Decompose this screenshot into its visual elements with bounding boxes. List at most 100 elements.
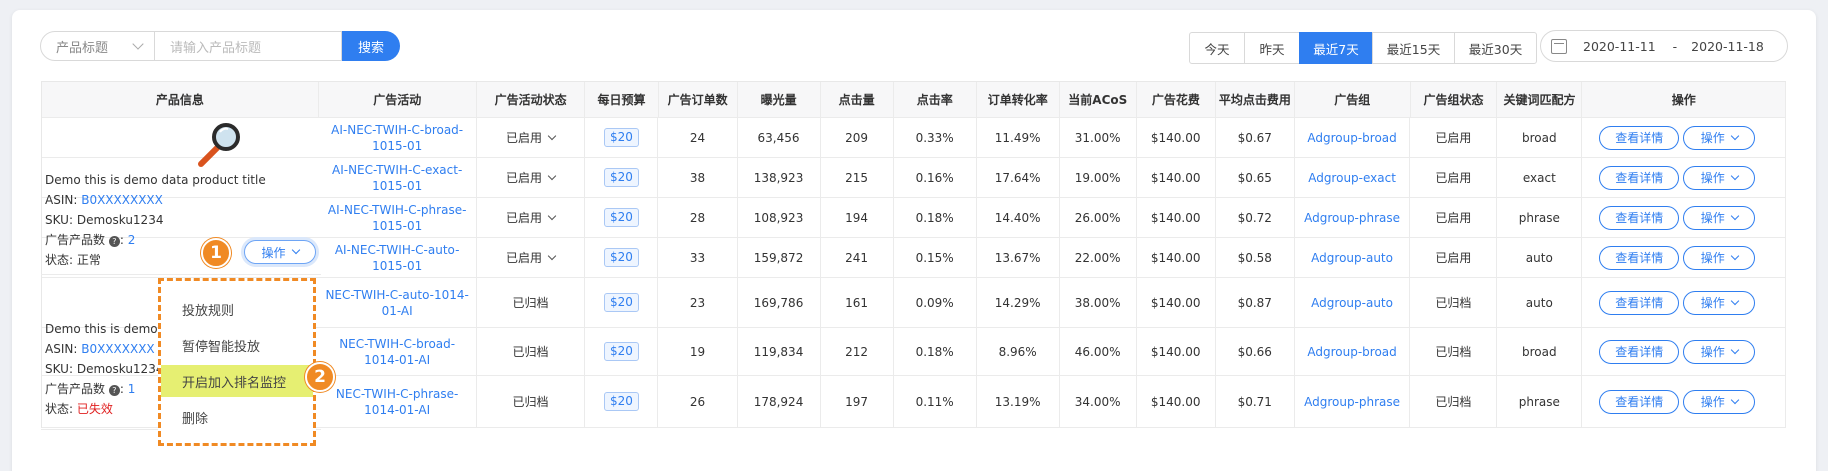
ad-product-count[interactable]: 2 xyxy=(128,233,136,247)
avg-cpc-cell: $0.58 xyxy=(1216,238,1295,277)
ad-group-link[interactable]: Adgroup-phrase xyxy=(1304,394,1400,410)
ctr-cell: 0.11% xyxy=(894,376,977,427)
tab-yesterday[interactable]: 昨天 xyxy=(1244,32,1300,64)
acos-cell: 34.00% xyxy=(1060,376,1137,427)
sku-value: Demosku1234 xyxy=(76,213,164,227)
date-start: 2020-11-11 xyxy=(1583,38,1656,54)
impressions-cell: 159,872 xyxy=(738,238,821,277)
actions-cell: 查看详情 操作 xyxy=(1582,238,1787,277)
operation-button[interactable]: 操作 xyxy=(1683,205,1756,230)
ad-group-cell: Adgroup-exact xyxy=(1295,158,1411,197)
ad-group-link[interactable]: Adgroup-phrase xyxy=(1304,210,1400,226)
date-range-picker[interactable]: 2020-11-11 - 2020-11-18 xyxy=(1540,30,1788,62)
campaign-status-cell: 已归档 xyxy=(477,278,586,327)
search-button[interactable]: 搜索 xyxy=(342,31,400,61)
campaign-status-cell[interactable]: 已启用 xyxy=(477,198,586,237)
view-details-button[interactable]: 查看详情 xyxy=(1599,245,1680,270)
operation-button[interactable]: 操作 xyxy=(1683,245,1756,270)
daily-budget-badge[interactable]: $20 xyxy=(603,392,639,411)
campaign-link[interactable]: AI-NEC-TWIH-C-exact-1015-01 xyxy=(319,162,476,194)
view-details-button[interactable]: 查看详情 xyxy=(1599,205,1680,230)
avg-cpc-cell: $0.87 xyxy=(1216,278,1295,327)
campaign-status-select[interactable]: 已启用 xyxy=(506,210,557,226)
daily-budget-badge[interactable]: $20 xyxy=(603,293,639,312)
ad-group-status-cell: 已归档 xyxy=(1410,376,1498,427)
campaign-link[interactable]: NEC-TWIH-C-phrase-1014-01-AI xyxy=(319,386,476,418)
campaign-status-cell[interactable]: 已启用 xyxy=(477,118,586,157)
sku-value: Demosku1234 xyxy=(76,362,164,376)
campaign-status-select[interactable]: 已启用 xyxy=(506,170,557,186)
ad-group-link[interactable]: Adgroup-broad xyxy=(1307,130,1396,146)
conversion-rate-cell: 17.64% xyxy=(977,158,1060,197)
date-end: 2020-11-18 xyxy=(1691,38,1764,54)
product-state: 已失效 xyxy=(76,402,113,416)
chevron-down-icon xyxy=(1730,211,1740,220)
clicks-cell: 241 xyxy=(821,238,894,277)
ad-group-link[interactable]: Adgroup-auto xyxy=(1311,250,1393,266)
view-details-button[interactable]: 查看详情 xyxy=(1599,339,1680,364)
campaign-cell: AI-NEC-TWIH-C-broad-1015-01 xyxy=(319,118,477,157)
ad-group-status-cell: 已启用 xyxy=(1410,158,1498,197)
campaign-status-label: 已归档 xyxy=(512,295,549,310)
ad-orders-cell: 24 xyxy=(658,118,738,157)
ctr-cell: 0.33% xyxy=(894,118,977,157)
tab-last-15-days[interactable]: 最近15天 xyxy=(1372,32,1455,64)
product-operation-button[interactable]: 操作 xyxy=(244,240,316,264)
clicks-cell: 194 xyxy=(821,198,894,237)
menu-item-placement-rules[interactable]: 投放规则 xyxy=(161,293,313,325)
date-tabs: 今天 昨天 最近7天 最近15天 最近30天 xyxy=(1189,32,1537,64)
operation-button[interactable]: 操作 xyxy=(1683,389,1756,414)
match-type-cell: phrase xyxy=(1497,198,1583,237)
menu-item-enable-rank-monitoring[interactable]: 开启加入排名监控 xyxy=(161,365,313,397)
view-details-button[interactable]: 查看详情 xyxy=(1599,165,1680,190)
campaign-link[interactable]: AI-NEC-TWIH-C-phrase-1015-01 xyxy=(319,202,476,234)
campaign-status-select[interactable]: 已启用 xyxy=(506,130,557,146)
operation-button[interactable]: 操作 xyxy=(1683,290,1756,315)
daily-budget-badge[interactable]: $20 xyxy=(603,342,639,361)
campaign-link[interactable]: NEC-TWIH-C-broad-1014-01-AI xyxy=(319,336,476,368)
campaign-link[interactable]: AI-NEC-TWIH-C-broad-1015-01 xyxy=(319,122,476,154)
menu-item-pause-smart-placement[interactable]: 暂停智能投放 xyxy=(161,329,313,361)
campaign-link[interactable]: AI-NEC-TWIH-C-auto-1015-01 xyxy=(319,242,476,274)
ad-group-status-cell: 已归档 xyxy=(1410,328,1498,375)
daily-budget-badge[interactable]: $20 xyxy=(603,208,639,227)
search-input[interactable]: 请输入产品标题 xyxy=(155,31,342,61)
operation-button[interactable]: 操作 xyxy=(1683,165,1756,190)
view-details-button[interactable]: 查看详情 xyxy=(1599,125,1680,150)
product-state: 正常 xyxy=(76,253,101,267)
help-icon[interactable]: ? xyxy=(108,236,120,247)
ad-orders-cell: 38 xyxy=(658,158,738,197)
view-details-button[interactable]: 查看详情 xyxy=(1599,389,1680,414)
ad-group-status-cell: 已归档 xyxy=(1410,278,1498,327)
help-icon[interactable]: ? xyxy=(108,385,120,396)
ad-product-count[interactable]: 1 xyxy=(128,382,136,396)
ctr-cell: 0.16% xyxy=(894,158,977,197)
tab-last-30-days[interactable]: 最近30天 xyxy=(1454,32,1537,64)
campaign-status-cell[interactable]: 已启用 xyxy=(477,158,586,197)
ad-group-link[interactable]: Adgroup-broad xyxy=(1307,344,1396,360)
operation-button[interactable]: 操作 xyxy=(1683,339,1756,364)
asin-link[interactable]: B0XXXXXXXX xyxy=(81,193,163,207)
ad-group-cell: Adgroup-broad xyxy=(1295,328,1411,375)
daily-budget-cell: $20 xyxy=(585,278,659,327)
ad-group-cell: Adgroup-auto xyxy=(1295,238,1411,277)
campaign-status-select[interactable]: 已启用 xyxy=(506,250,557,266)
search-field-select[interactable]: 产品标题 xyxy=(40,31,155,61)
tab-last-7-days[interactable]: 最近7天 xyxy=(1299,32,1373,64)
ad-group-link[interactable]: Adgroup-exact xyxy=(1308,170,1396,186)
campaign-status-cell[interactable]: 已启用 xyxy=(477,238,586,277)
ad-group-link[interactable]: Adgroup-auto xyxy=(1311,295,1393,311)
conversion-rate-cell: 11.49% xyxy=(977,118,1060,157)
chevron-down-icon xyxy=(547,211,557,220)
menu-item-delete[interactable]: 删除 xyxy=(161,401,313,433)
operation-button[interactable]: 操作 xyxy=(1683,125,1756,150)
search-group: 产品标题 请输入产品标题 搜索 xyxy=(40,31,400,61)
view-details-button[interactable]: 查看详情 xyxy=(1599,290,1680,315)
tab-today[interactable]: 今天 xyxy=(1189,32,1245,64)
daily-budget-badge[interactable]: $20 xyxy=(603,168,639,187)
ctr-cell: 0.18% xyxy=(894,328,977,375)
campaign-link[interactable]: NEC-TWIH-C-auto-1014-01-AI xyxy=(319,287,476,319)
daily-budget-badge[interactable]: $20 xyxy=(603,128,639,147)
daily-budget-badge[interactable]: $20 xyxy=(603,248,639,267)
asin-link[interactable]: B0XXXXXXX xyxy=(81,342,154,356)
